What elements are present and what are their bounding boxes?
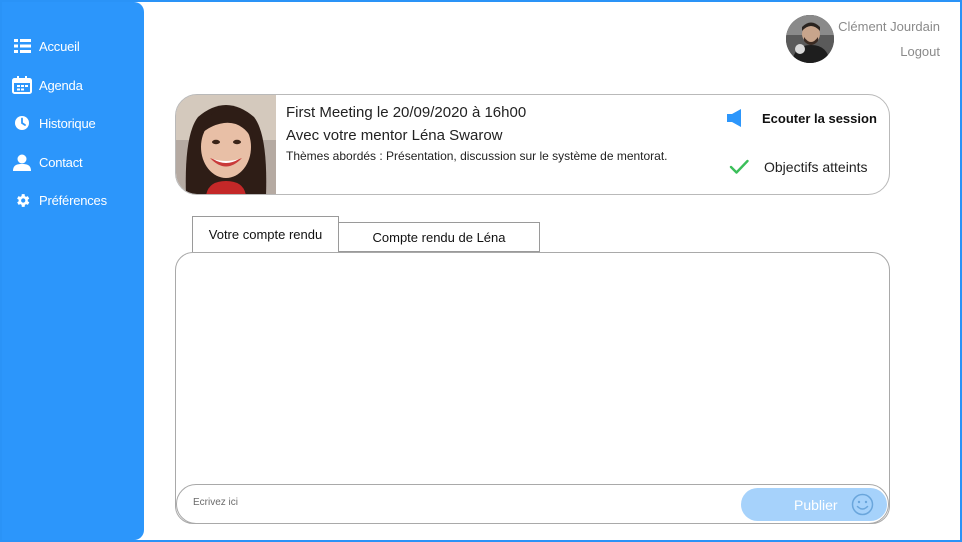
compose-bar: Publier (176, 484, 889, 524)
meeting-card: First Meeting le 20/09/2020 à 16h00 Avec… (175, 94, 890, 195)
sidebar-item-accueil[interactable]: Accueil (12, 34, 80, 58)
user-avatar[interactable] (786, 15, 834, 63)
sidebar-item-label: Contact (39, 154, 83, 170)
listen-session-button[interactable]: Ecouter la session (726, 107, 877, 129)
listen-session-label: Ecouter la session (762, 110, 877, 126)
emoji-icon[interactable] (851, 493, 874, 516)
user-name: Clément Jourdain (838, 19, 940, 34)
gear-icon (12, 190, 32, 210)
compose-input[interactable] (193, 497, 713, 508)
speaker-icon (726, 107, 750, 129)
meeting-themes: Thèmes abordés : Présentation, discussio… (286, 149, 668, 163)
person-icon (12, 152, 32, 172)
publish-label: Publier (794, 497, 838, 513)
publish-button[interactable]: Publier (741, 488, 887, 521)
tab-votre-compte-rendu[interactable]: Votre compte rendu (192, 216, 339, 252)
sidebar-item-agenda[interactable]: Agenda (12, 73, 83, 97)
mentor-photo (176, 95, 276, 194)
sidebar-item-historique[interactable]: Historique (12, 111, 96, 135)
calendar-icon (12, 75, 32, 95)
sidebar-item-contact[interactable]: Contact (12, 150, 83, 174)
goals-status: Objectifs atteints (729, 156, 868, 178)
sidebar-item-label: Agenda (39, 77, 83, 93)
sidebar-item-preferences[interactable]: Préférences (12, 188, 107, 212)
tab-label: Compte rendu de Léna (372, 229, 506, 245)
logout-link[interactable]: Logout (900, 44, 940, 59)
tab-compte-rendu-lena[interactable]: Compte rendu de Léna (338, 222, 540, 252)
sidebar: Accueil Agenda Historique Contact Préfér… (2, 2, 144, 540)
sidebar-item-label: Accueil (39, 38, 80, 54)
meeting-title: First Meeting le 20/09/2020 à 16h00 (286, 104, 527, 121)
grid-list-icon (12, 36, 32, 56)
goals-label: Objectifs atteints (764, 159, 868, 175)
tab-label: Votre compte rendu (208, 227, 323, 242)
sidebar-item-label: Historique (39, 115, 96, 131)
meeting-mentor: Avec votre mentor Léna Swarow (286, 127, 503, 144)
check-icon (729, 156, 751, 178)
sidebar-item-label: Préférences (39, 192, 107, 208)
clock-icon (12, 113, 32, 133)
